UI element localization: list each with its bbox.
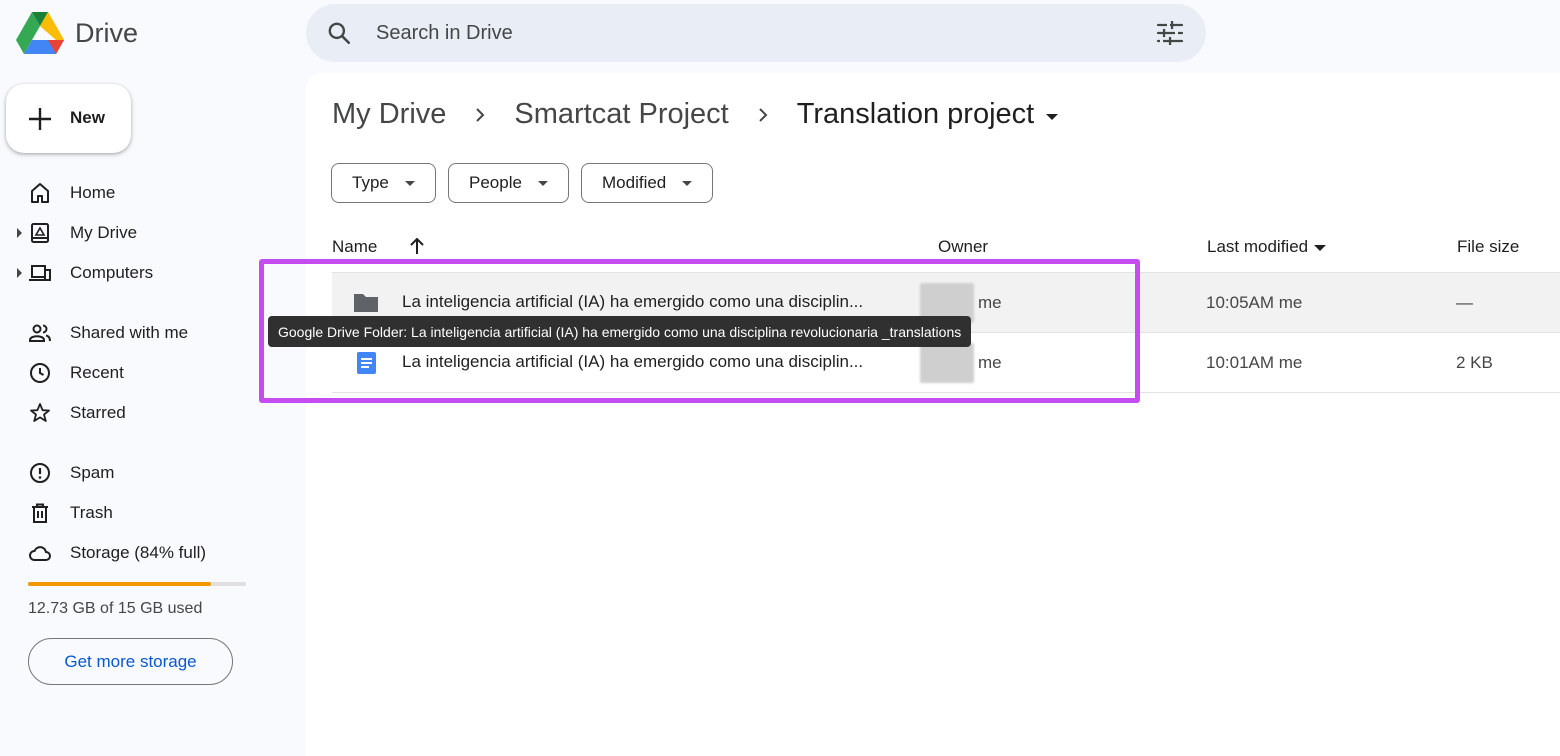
search-icon[interactable] bbox=[326, 20, 352, 46]
sidebar-item-label: Starred bbox=[70, 403, 126, 422]
file-name[interactable]: La inteligencia artificial (IA) ha emerg… bbox=[402, 292, 910, 312]
sidebar-item-label: Spam bbox=[70, 463, 115, 482]
column-header-name[interactable]: Name bbox=[332, 237, 377, 257]
expand-caret-icon[interactable] bbox=[17, 228, 22, 238]
chevron-right-icon bbox=[759, 107, 768, 122]
cloud-icon bbox=[29, 546, 51, 561]
dropdown-arrow-icon bbox=[682, 180, 693, 186]
dropdown-arrow-icon bbox=[537, 180, 548, 186]
folder-icon bbox=[354, 294, 378, 312]
storage-progress-fill bbox=[28, 582, 212, 586]
sidebar-item-recent[interactable]: Recent bbox=[0, 353, 300, 393]
column-header-owner[interactable]: Owner bbox=[938, 237, 988, 257]
chevron-right-icon bbox=[476, 107, 485, 122]
file-name[interactable]: La inteligencia artificial (IA) ha emerg… bbox=[402, 352, 910, 372]
spam-icon bbox=[30, 463, 50, 483]
file-owner: me bbox=[978, 293, 1002, 312]
chip-label: People bbox=[469, 173, 522, 192]
app-name: Drive bbox=[75, 17, 139, 48]
sidebar-item-home[interactable]: Home bbox=[0, 173, 300, 213]
sidebar-item-label: My Drive bbox=[70, 223, 138, 242]
new-button[interactable]: New bbox=[6, 84, 131, 153]
sidebar-item-trash[interactable]: Trash bbox=[0, 493, 300, 533]
column-header-file-size[interactable]: File size bbox=[1457, 237, 1519, 257]
filter-type-chip[interactable]: Type bbox=[331, 163, 436, 203]
filter-people-chip[interactable]: People bbox=[448, 163, 569, 203]
doc-icon bbox=[357, 352, 376, 374]
sidebar-item-label: Home bbox=[70, 183, 116, 202]
tooltip: Google Drive Folder: La inteligencia art… bbox=[268, 316, 972, 347]
storage-progress-bar bbox=[28, 582, 246, 586]
sidebar-item-label: Computers bbox=[70, 263, 154, 282]
chip-label: Type bbox=[352, 173, 389, 192]
file-size: 2 KB bbox=[1456, 353, 1493, 372]
breadcrumb-current[interactable]: Translation project bbox=[797, 98, 1034, 131]
sidebar-item-my-drive[interactable]: My Drive bbox=[0, 213, 300, 253]
get-more-storage-button[interactable]: Get more storage bbox=[28, 638, 233, 685]
trash-icon bbox=[32, 503, 48, 523]
file-last-modified: 10:05AM me bbox=[1206, 293, 1303, 312]
sidebar-item-label: Shared with me bbox=[70, 323, 189, 342]
avatar bbox=[920, 343, 974, 383]
my-drive-icon bbox=[31, 223, 49, 243]
star-icon bbox=[30, 403, 50, 422]
chip-label: Modified bbox=[602, 173, 667, 192]
clock-icon bbox=[30, 363, 50, 383]
file-owner: me bbox=[978, 353, 1002, 372]
column-header-last-modified[interactable]: Last modified bbox=[1207, 237, 1327, 257]
sidebar-item-label: Storage (84% full) bbox=[70, 543, 207, 562]
search-input[interactable]: Search in Drive bbox=[376, 22, 513, 45]
new-button-label: New bbox=[70, 108, 105, 127]
sidebar-item-label: Recent bbox=[70, 363, 124, 382]
home-icon bbox=[31, 183, 49, 203]
computers-icon bbox=[29, 265, 51, 281]
plus-icon bbox=[29, 108, 51, 130]
sidebar-item-computers[interactable]: Computers bbox=[0, 253, 300, 293]
breadcrumb: My Drive Smartcat Project Translation pr… bbox=[332, 98, 1059, 131]
search-bar[interactable]: Search in Drive bbox=[306, 4, 1206, 62]
file-size: — bbox=[1456, 293, 1473, 312]
breadcrumb-item[interactable]: Smartcat Project bbox=[514, 98, 728, 131]
sidebar-item-storage[interactable]: Storage (84% full) bbox=[0, 533, 300, 573]
filter-modified-chip[interactable]: Modified bbox=[581, 163, 714, 203]
divider bbox=[332, 392, 1560, 393]
expand-caret-icon[interactable] bbox=[17, 268, 22, 278]
dropdown-arrow-icon[interactable] bbox=[1046, 113, 1059, 120]
drive-logo-icon bbox=[16, 12, 64, 54]
sidebar-item-label: Trash bbox=[70, 503, 113, 522]
sidebar-item-spam[interactable]: Spam bbox=[0, 453, 300, 493]
shared-icon bbox=[29, 324, 51, 342]
search-options-icon[interactable] bbox=[1156, 21, 1184, 45]
sidebar-item-shared-with-me[interactable]: Shared with me bbox=[0, 313, 300, 353]
storage-used-text: 12.73 GB of 15 GB used bbox=[28, 600, 203, 617]
drive-logo[interactable]: Drive bbox=[16, 12, 138, 54]
breadcrumb-item[interactable]: My Drive bbox=[332, 98, 446, 131]
column-header-label: Last modified bbox=[1207, 237, 1309, 256]
dropdown-arrow-icon bbox=[404, 180, 415, 186]
sort-dropdown-icon bbox=[1314, 244, 1327, 251]
sort-ascending-icon[interactable] bbox=[409, 236, 425, 256]
sidebar-item-starred[interactable]: Starred bbox=[0, 393, 300, 433]
file-last-modified: 10:01AM me bbox=[1206, 353, 1303, 372]
